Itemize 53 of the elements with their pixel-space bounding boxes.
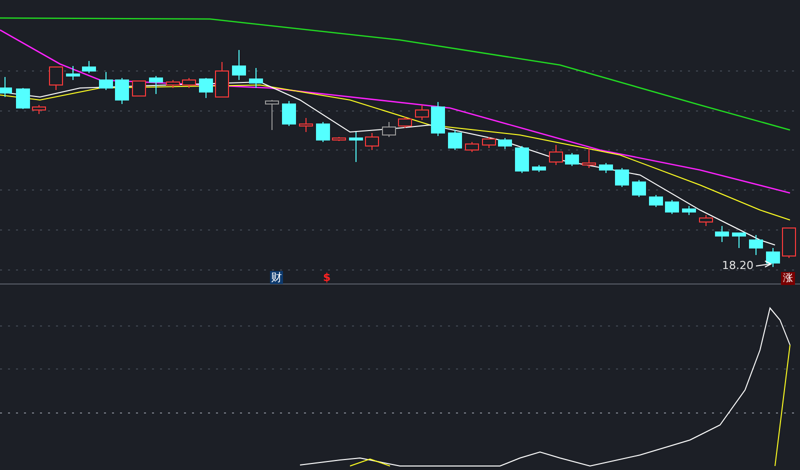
candlestick — [398, 116, 412, 128]
candlestick — [249, 68, 263, 88]
candlestick — [16, 88, 30, 110]
candlestick — [149, 76, 163, 94]
candlestick — [565, 152, 579, 166]
candlestick — [32, 104, 46, 114]
candlestick — [599, 162, 613, 174]
candlestick — [649, 194, 663, 208]
candlestick — [215, 62, 229, 98]
price-label: 18.20 — [722, 259, 754, 272]
candlestick — [782, 228, 796, 258]
rise-badge: 涨 — [781, 272, 795, 285]
candlestick — [699, 214, 713, 226]
candlestick — [82, 60, 96, 74]
candlestick — [615, 168, 629, 188]
candlestick — [749, 234, 763, 256]
candlestick — [766, 248, 780, 268]
candlestick — [115, 78, 129, 104]
candlestick — [482, 136, 496, 148]
candlestick — [715, 226, 729, 242]
candlestick — [282, 100, 296, 126]
candlestick — [532, 164, 546, 172]
dollar-marker: $ — [322, 271, 332, 284]
candlestick — [549, 144, 563, 166]
candlestick — [431, 102, 445, 136]
candlestick — [349, 132, 363, 162]
candlestick — [382, 122, 396, 138]
candlestick — [632, 180, 646, 198]
candlestick — [265, 100, 279, 130]
candlestick — [316, 122, 330, 142]
candlestick — [99, 72, 113, 90]
candlestick — [66, 66, 80, 80]
candlestick — [665, 200, 679, 214]
candlestick — [515, 146, 529, 174]
candlestick — [365, 132, 379, 150]
candlestick — [332, 136, 346, 142]
candlestick — [498, 138, 512, 150]
candlestick — [415, 104, 429, 120]
candlestick — [182, 78, 196, 88]
candlestick — [199, 78, 213, 98]
candlestick — [0, 76, 12, 98]
candlestick — [465, 142, 479, 152]
candlestick — [682, 206, 696, 216]
candlestick — [732, 232, 746, 248]
finance-marker: 财 — [270, 271, 283, 284]
candlestick — [132, 80, 146, 96]
arrow-icon — [756, 260, 772, 268]
candlestick — [232, 50, 246, 80]
candlestick — [166, 80, 180, 88]
candlestick — [448, 130, 462, 150]
candlestick — [49, 66, 63, 90]
candlestick — [582, 148, 596, 168]
candlestick — [299, 118, 313, 132]
